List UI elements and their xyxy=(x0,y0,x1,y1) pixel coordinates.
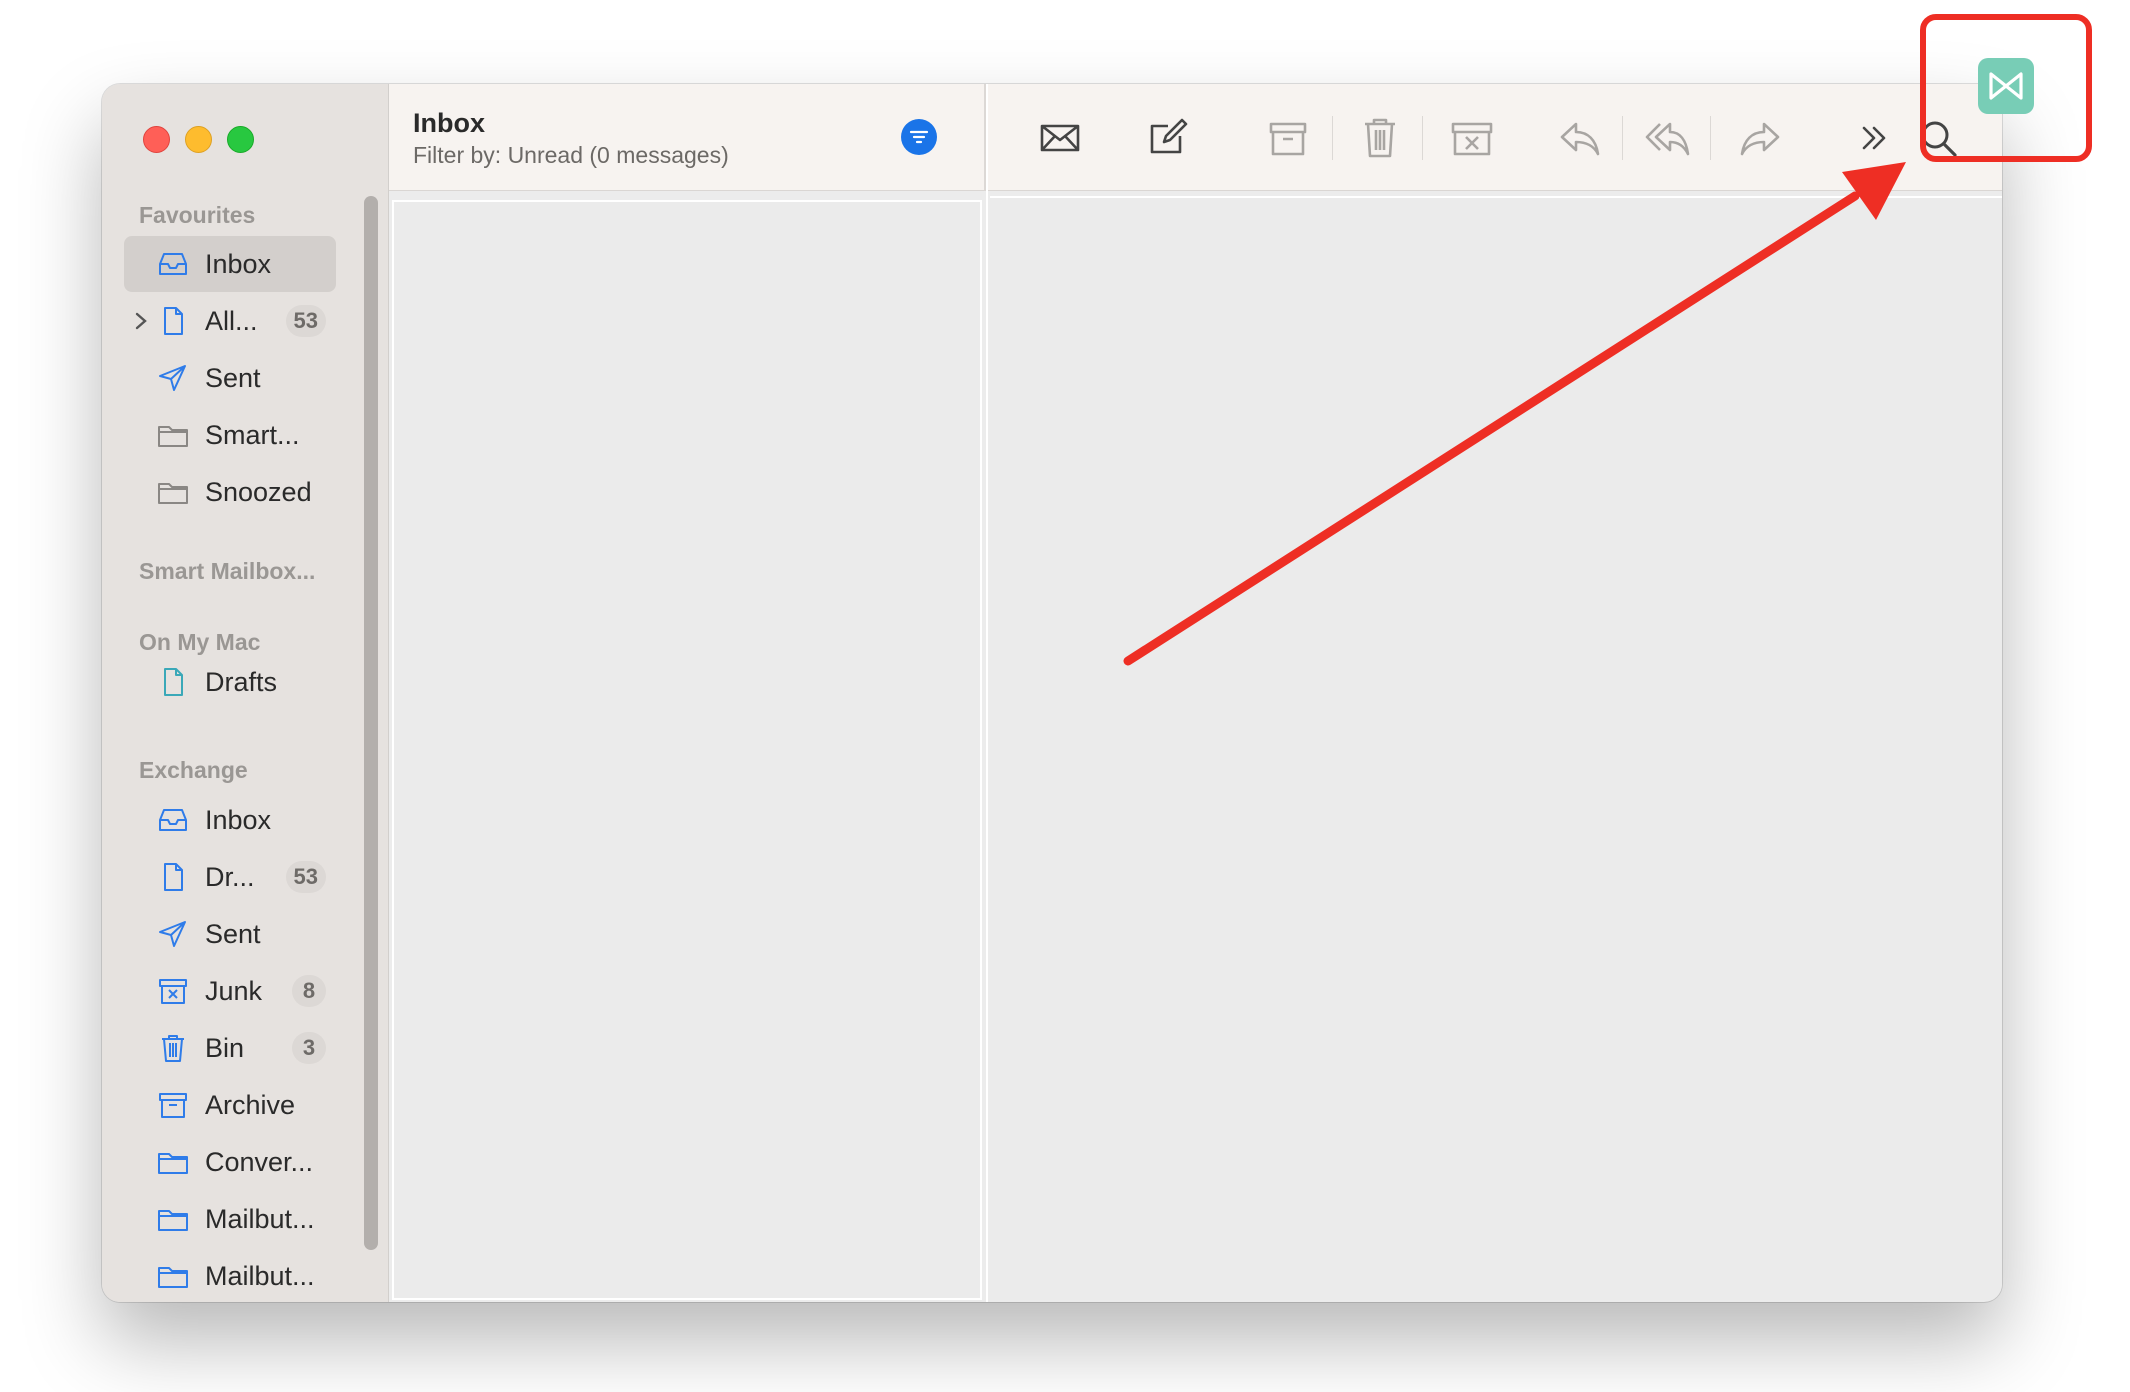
count-badge: 53 xyxy=(285,861,326,893)
reading-pane[interactable] xyxy=(990,196,2002,1300)
count-badge: 3 xyxy=(292,1032,326,1064)
section-favourites[interactable]: Favourites xyxy=(139,202,255,229)
toolbar-separator xyxy=(1422,116,1423,160)
archive-icon[interactable] xyxy=(1264,114,1312,162)
minimize-button[interactable] xyxy=(185,126,212,153)
toolbar-separator xyxy=(1622,116,1623,160)
close-button[interactable] xyxy=(143,126,170,153)
chevron-right-icon[interactable] xyxy=(132,307,150,335)
junk-icon[interactable] xyxy=(1448,114,1496,162)
folder-icon xyxy=(158,1210,188,1231)
sidebar-item-drafts[interactable]: Drafts xyxy=(124,654,336,710)
toolbar-separator xyxy=(1710,116,1711,160)
sidebar-item-exchange-conversation[interactable]: Conver... xyxy=(124,1134,336,1190)
sidebar: Favourites Inbox All... 53 Sent Smart...… xyxy=(102,84,389,1302)
mail-window: Favourites Inbox All... 53 Sent Smart...… xyxy=(102,84,2002,1302)
sidebar-item-exchange-drafts[interactable]: Dr... 53 xyxy=(124,849,336,905)
sidebar-item-all[interactable]: All... 53 xyxy=(124,293,336,349)
trash-icon[interactable] xyxy=(1356,114,1404,162)
filter-button[interactable] xyxy=(901,119,937,155)
folder-icon xyxy=(158,483,188,504)
section-exchange[interactable]: Exchange xyxy=(139,757,248,784)
toolbar xyxy=(988,84,2002,191)
sidebar-item-exchange-mailbutler-1[interactable]: Mailbut... xyxy=(124,1191,336,1247)
envelope-icon[interactable] xyxy=(1036,114,1084,162)
traffic-lights xyxy=(143,126,254,153)
more-icon[interactable] xyxy=(1850,114,1898,162)
sidebar-item-snoozed[interactable]: Snoozed xyxy=(124,464,336,520)
sidebar-item-label: All... xyxy=(205,305,258,336)
sidebar-item-label: Mailbut... xyxy=(205,1260,315,1291)
pane-splitter[interactable] xyxy=(986,84,988,1302)
sidebar-item-label: Inbox xyxy=(205,804,272,835)
mailbox-title: Inbox xyxy=(413,108,485,138)
inbox-icon xyxy=(159,253,187,275)
document-icon xyxy=(164,668,183,696)
sidebar-item-label: Snoozed xyxy=(205,476,312,507)
folder-icon xyxy=(158,1267,188,1288)
compose-icon[interactable] xyxy=(1144,114,1192,162)
folder-icon xyxy=(158,426,188,447)
count-badge: 53 xyxy=(285,305,326,337)
sidebar-item-label: Sent xyxy=(205,918,261,949)
document-icon xyxy=(164,307,183,335)
reply-all-icon[interactable] xyxy=(1644,114,1692,162)
sidebar-item-exchange-inbox[interactable]: Inbox xyxy=(124,792,336,848)
mailbutler-logo-icon[interactable] xyxy=(1978,58,2034,114)
sidebar-item-label: Dr... xyxy=(205,861,255,892)
sidebar-item-label: Mailbut... xyxy=(205,1203,315,1234)
document-icon xyxy=(164,863,183,891)
sidebar-item-label: Smart... xyxy=(205,419,300,450)
sidebar-item-exchange-sent[interactable]: Sent xyxy=(124,906,336,962)
sidebar-item-label: Conver... xyxy=(205,1146,314,1177)
message-list[interactable] xyxy=(392,200,982,1300)
sidebar-item-label: Bin xyxy=(205,1032,245,1063)
paperplane-icon xyxy=(159,365,186,391)
sidebar-scrollbar[interactable] xyxy=(364,196,378,1250)
sidebar-item-label: Sent xyxy=(205,362,261,393)
section-on-my-mac[interactable]: On My Mac xyxy=(139,629,260,656)
filter-icon xyxy=(909,130,929,144)
archive-icon xyxy=(159,1093,187,1118)
zoom-button[interactable] xyxy=(227,126,254,153)
folder-icon xyxy=(158,1153,188,1174)
reply-icon[interactable] xyxy=(1556,114,1604,162)
sidebar-item-exchange-bin[interactable]: Bin 3 xyxy=(124,1020,336,1076)
sidebar-item-exchange-junk[interactable]: Junk 8 xyxy=(124,963,336,1019)
junk-icon xyxy=(159,979,187,1004)
sidebar-item-exchange-mailbutler-2[interactable]: Mailbut... xyxy=(124,1248,336,1302)
section-smart-mailboxes[interactable]: Smart Mailbox... xyxy=(139,558,315,585)
paperplane-icon xyxy=(159,921,186,947)
forward-icon[interactable] xyxy=(1736,114,1784,162)
sidebar-item-smart[interactable]: Smart... xyxy=(124,407,336,463)
sidebar-item-label: Archive xyxy=(205,1089,296,1120)
filter-status: Filter by: Unread (0 messages) xyxy=(413,142,729,168)
sidebar-item-sent[interactable]: Sent xyxy=(124,350,336,406)
sidebar-item-inbox[interactable]: Inbox xyxy=(124,236,336,292)
sidebar-item-exchange-archive[interactable]: Archive xyxy=(124,1077,336,1133)
trash-icon xyxy=(162,1035,184,1062)
sidebar-item-label: Drafts xyxy=(205,666,278,697)
inbox-icon xyxy=(159,809,187,831)
sidebar-item-label: Junk xyxy=(205,975,263,1006)
mailbutler-bowtie-icon xyxy=(1989,72,2023,100)
sidebar-item-label: Inbox xyxy=(205,248,272,279)
toolbar-separator xyxy=(1332,116,1333,160)
count-badge: 8 xyxy=(292,975,326,1007)
message-list-header: Inbox Filter by: Unread (0 messages) xyxy=(389,84,986,191)
